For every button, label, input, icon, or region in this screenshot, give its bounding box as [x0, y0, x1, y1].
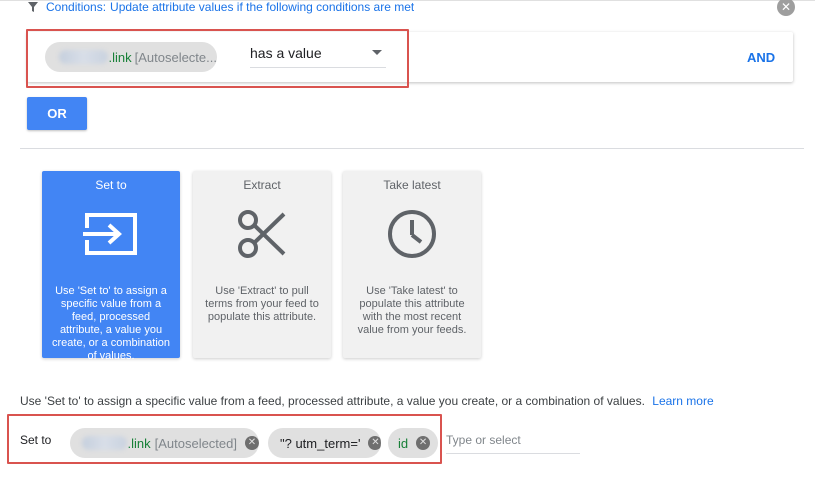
chip-text: "? utm_term=' [280, 435, 361, 451]
set-to-label: Set to [20, 433, 52, 447]
mode-description: Use 'Extract' to pull terms from your fe… [205, 285, 319, 323]
remove-chip-icon[interactable]: ✕ [368, 436, 381, 450]
conditions-text: Update attribute values if the following… [110, 0, 415, 14]
value-chip-attribute[interactable]: .link [Autoselected] ✕ [70, 428, 259, 458]
info-text: Use 'Set to' to assign a specific value … [20, 394, 645, 408]
conditions-header: Conditions: Update attribute values if t… [28, 0, 414, 14]
set-to-arrow-box-icon [42, 207, 180, 261]
mode-card-set-to[interactable]: Set to Use 'Set to' to assign a specific… [42, 171, 180, 362]
mode-card-take-latest[interactable]: Take latest Use 'Take latest' to populat… [343, 171, 481, 358]
attribute-note: [Autoselected] [154, 435, 237, 451]
dropdown-arrow-icon [372, 50, 382, 55]
mode-title: Take latest [383, 178, 441, 192]
conditions-label: Conditions: [46, 0, 107, 14]
condition-attribute-chip[interactable]: .link [Autoselecte... [45, 42, 217, 72]
mode-title: Set to [95, 178, 127, 192]
mode-title: Extract [243, 178, 281, 192]
redacted-feed-name [82, 436, 128, 450]
scissors-icon [193, 207, 331, 261]
attribute-suffix: .link [127, 435, 151, 451]
section-divider [20, 148, 804, 149]
mode-description: Use 'Set to' to assign a specific value … [52, 285, 171, 362]
type-or-select-input[interactable]: Type or select [446, 428, 580, 454]
clock-icon [343, 207, 481, 261]
set-to-info: Use 'Set to' to assign a specific value … [20, 394, 714, 408]
attribute-note: [Autoselecte... [134, 49, 217, 65]
or-button[interactable]: OR [27, 97, 87, 130]
learn-more-link[interactable]: Learn more [652, 394, 713, 408]
attribute-suffix: .link [108, 49, 132, 65]
mode-card-extract[interactable]: Extract Use 'Extract' to pull terms from… [193, 171, 331, 358]
remove-chip-icon[interactable]: ✕ [416, 436, 431, 450]
operator-selected-value: has a value [250, 45, 322, 61]
filter-icon [28, 2, 38, 12]
value-chip-text[interactable]: "? utm_term=' ✕ [268, 428, 381, 458]
remove-chip-icon[interactable]: ✕ [245, 436, 259, 450]
operator-select[interactable]: has a value [250, 40, 386, 68]
mode-description: Use 'Take latest' to populate this attri… [357, 285, 467, 336]
value-chip-id[interactable]: id ✕ [388, 428, 438, 458]
redacted-feed-name [59, 50, 109, 64]
chip-text: id [398, 435, 409, 451]
and-button[interactable]: AND [747, 50, 775, 65]
